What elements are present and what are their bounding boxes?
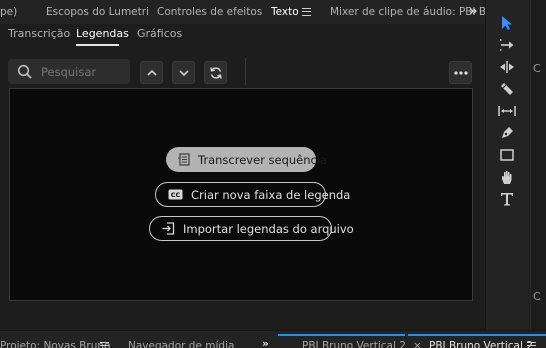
transcribe-sequence-button[interactable]: Transcrever sequência xyxy=(166,147,327,172)
refresh-button[interactable] xyxy=(204,61,227,84)
panel-menu-icon[interactable] xyxy=(302,8,311,16)
refresh-icon xyxy=(209,66,222,79)
type-icon xyxy=(501,193,513,206)
transcribe-label: Transcrever sequência xyxy=(198,152,328,167)
active-subtab-indicator xyxy=(76,44,119,46)
track-select-forward-icon xyxy=(500,39,514,51)
tab-effect-controls[interactable]: Controles de efeitos xyxy=(157,6,262,18)
next-caption-button[interactable] xyxy=(172,61,195,84)
more-horizontal-icon xyxy=(453,70,468,75)
ripple-edit-tool-button[interactable] xyxy=(497,57,517,77)
tools-panel xyxy=(485,0,529,330)
subtab-captions[interactable]: Legendas xyxy=(76,27,129,40)
chevron-up-icon xyxy=(146,69,157,76)
panel-tab-strip: pe) Escopos do Lumetri Controles de efei… xyxy=(0,0,490,24)
tab-audio-clip-mixer[interactable]: Mixer de clipe de áudio: PBI Br xyxy=(330,6,490,18)
import-icon xyxy=(162,222,175,235)
create-caption-track-label: Criar nova faixa de legenda xyxy=(191,187,351,202)
tab-previous-panel[interactable]: pe) xyxy=(0,6,17,18)
previous-caption-button[interactable] xyxy=(140,61,163,84)
panel-menu-icon[interactable] xyxy=(100,342,109,348)
more-options-button[interactable] xyxy=(449,61,472,84)
import-captions-button[interactable]: Importar legendas do arquivo xyxy=(149,216,354,241)
adjacent-panel-letter: C xyxy=(533,62,541,75)
tab-media-browser[interactable]: Navegador de mídia xyxy=(128,340,234,348)
hand-tool-button[interactable] xyxy=(497,167,517,187)
slip-icon xyxy=(498,106,516,116)
toolbar-divider xyxy=(245,58,246,85)
bottom-panel-tab-strip: Projeto: Novas Bruno Navegador de mídia … xyxy=(0,330,546,348)
selection-tool-button[interactable] xyxy=(497,13,517,33)
type-tool-button[interactable] xyxy=(497,189,517,209)
rectangle-tool-button[interactable] xyxy=(497,145,517,165)
close-icon[interactable]: × xyxy=(413,340,422,348)
tab-project[interactable]: Projeto: Novas Bruno xyxy=(0,340,110,348)
bottom-overflow-icon[interactable]: » xyxy=(262,338,269,348)
cc-icon: CC xyxy=(168,189,183,200)
pen-icon xyxy=(502,127,513,138)
adjacent-panel-edge: C C xyxy=(530,0,546,330)
chevron-down-icon xyxy=(178,69,189,76)
transcribe-icon xyxy=(178,153,190,166)
pen-tool-button[interactable] xyxy=(497,123,517,143)
tab-text[interactable]: Texto xyxy=(271,6,299,18)
subtab-transcription[interactable]: Transcrição xyxy=(8,27,70,40)
slip-tool-button[interactable] xyxy=(497,101,517,121)
create-caption-track-button[interactable]: CC Criar nova faixa de legenda xyxy=(155,182,350,207)
active-panel-indicator xyxy=(278,334,405,336)
hand-icon xyxy=(502,170,512,184)
search-placeholder: Pesquisar xyxy=(41,65,97,79)
svg-text:CC: CC xyxy=(171,191,181,199)
tab-sequence-2[interactable]: PBI Bruno Vertical 2 xyxy=(429,340,533,348)
tab-sequence-1[interactable]: PBI Bruno Vertical 2 xyxy=(302,340,406,348)
import-captions-label: Importar legendas do arquivo xyxy=(183,221,354,236)
subtab-graphics[interactable]: Gráficos xyxy=(137,27,182,40)
razor-icon xyxy=(501,83,513,95)
rectangle-icon xyxy=(500,149,514,161)
razor-tool-button[interactable] xyxy=(497,79,517,99)
active-panel-indicator xyxy=(408,334,546,336)
tab-overflow-icon[interactable]: » xyxy=(469,4,478,19)
selection-arrow-icon xyxy=(502,16,512,30)
ripple-edit-icon xyxy=(500,61,514,73)
search-input[interactable]: Pesquisar xyxy=(8,59,130,84)
search-icon xyxy=(17,64,32,79)
panel-menu-icon[interactable] xyxy=(527,342,536,348)
track-select-tool-button[interactable] xyxy=(497,35,517,55)
adjacent-panel-letter: C xyxy=(533,290,541,303)
tab-lumetri-scopes[interactable]: Escopos do Lumetri xyxy=(46,6,149,18)
